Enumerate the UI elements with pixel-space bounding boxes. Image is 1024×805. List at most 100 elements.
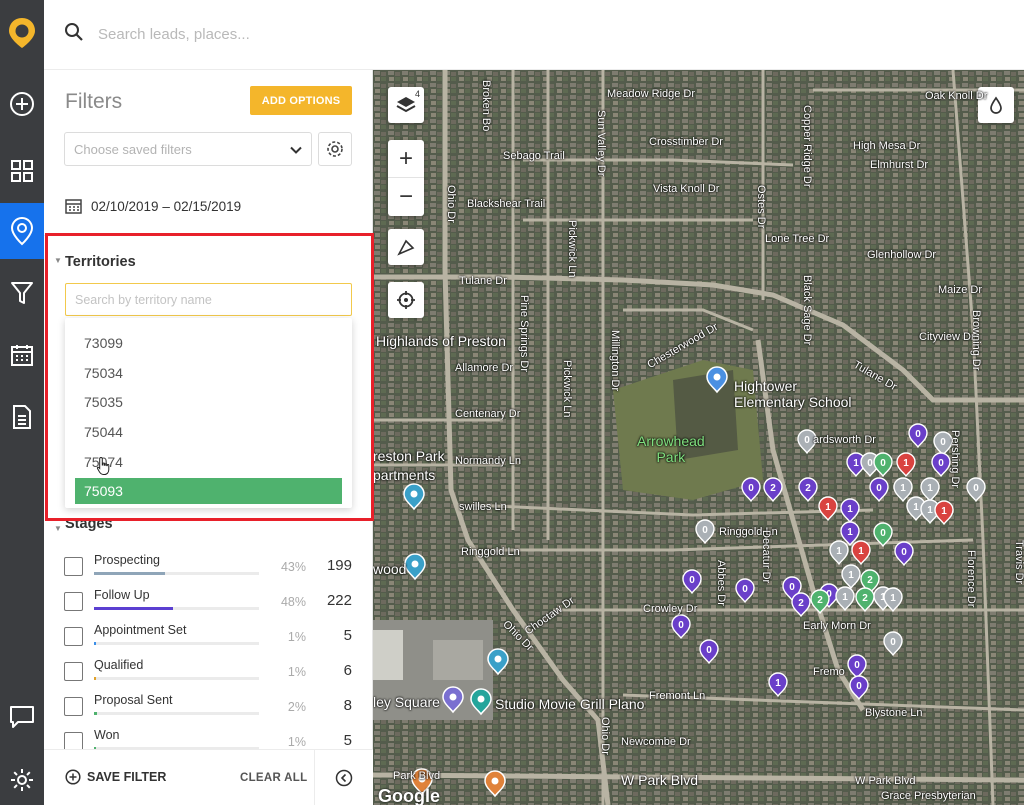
map-label-copper-ridge: Copper Ridge Dr: [801, 105, 813, 188]
map-label-early-morn: Early Morn Dr: [803, 620, 871, 632]
map-label-allamore: Allamore Dr: [455, 362, 514, 374]
stages-caret-icon[interactable]: ▼: [54, 524, 62, 533]
layers-button[interactable]: 4: [388, 87, 424, 123]
saved-filters-placeholder: Choose saved filters: [74, 141, 192, 157]
stage-progress-track: [94, 572, 259, 575]
layers-icon: [396, 97, 416, 113]
layers-count-badge: 4: [414, 89, 420, 99]
stage-row[interactable]: Qualified 1% 6: [64, 658, 354, 690]
stages-title: Stages: [65, 516, 113, 532]
territory-option[interactable]: 75044: [75, 417, 342, 447]
territory-option[interactable]: 75035: [75, 387, 342, 417]
droplet-icon: [990, 96, 1002, 114]
map-label-arrowhead-park: Arrowhead Park: [637, 433, 705, 465]
zoom-in-button[interactable]: +: [388, 140, 424, 178]
territory-option[interactable]: 75093: [75, 478, 342, 505]
rail-calendar-button[interactable]: [0, 327, 44, 383]
pin-count: 2: [862, 593, 868, 604]
saved-filters-select[interactable]: Choose saved filters: [64, 132, 312, 166]
territory-option[interactable]: 73099: [75, 328, 342, 358]
pin-count: 0: [880, 528, 886, 539]
pin-count: 1: [890, 593, 896, 604]
zoom-out-button[interactable]: −: [388, 178, 424, 216]
saved-filters-settings-button[interactable]: [318, 132, 352, 166]
map-label-oak-knoll: Oak Knoll Dr: [925, 90, 988, 102]
map-label-preston-park: reston Park partments: [373, 448, 445, 483]
stage-percent: 1%: [287, 665, 306, 679]
map-label-black-sage: Black Sage Dr: [801, 275, 813, 346]
search-icon: [65, 23, 83, 41]
search-input[interactable]: [98, 20, 698, 48]
stage-name: Won: [94, 728, 120, 742]
map-label-wood: wood: [373, 561, 407, 577]
map-pin-icon: [10, 216, 34, 246]
map-label-broken-bow: Broken Bo: [480, 80, 492, 132]
pin-count: 0: [689, 575, 695, 586]
map-label-studio-movie-grill: Studio Movie Grill Plano: [495, 696, 645, 712]
map-view[interactable]: 0001001002201101111101011012000011222100…: [373, 70, 1024, 805]
territory-search-input[interactable]: [65, 283, 352, 316]
map-label-w-park-2: W Park Blvd: [855, 775, 916, 787]
stage-checkbox[interactable]: [64, 662, 83, 681]
stage-name: Prospecting: [94, 553, 161, 567]
save-filter-label: SAVE FILTER: [87, 770, 167, 784]
pin-count: 0: [678, 620, 684, 631]
pin-count: 1: [927, 505, 933, 516]
stage-name: Qualified: [94, 658, 144, 672]
collapse-panel-button[interactable]: [314, 750, 373, 805]
pin-count: 2: [798, 598, 804, 609]
locate-me-button[interactable]: [388, 282, 424, 318]
funnel-icon: [11, 282, 33, 304]
pin-count: 2: [770, 483, 776, 494]
app-logo[interactable]: [0, 0, 44, 66]
territory-option[interactable]: 75034: [75, 358, 342, 388]
territory-option[interactable]: 75074: [75, 447, 342, 477]
pin-count: 0: [856, 681, 862, 692]
stage-checkbox[interactable]: [64, 697, 83, 716]
stage-count: 8: [343, 697, 352, 714]
stage-count: 5: [343, 732, 352, 749]
date-range-filter[interactable]: 02/10/2019 – 02/15/2019: [65, 198, 241, 214]
map-label-pickwick-2: Pickwick Ln: [566, 220, 578, 278]
rail-documents-button[interactable]: [0, 389, 44, 445]
territories-caret-icon[interactable]: ▼: [54, 256, 62, 265]
draw-tool-button[interactable]: [388, 229, 424, 265]
rail-add-button[interactable]: [0, 76, 44, 132]
stage-percent: 1%: [287, 630, 306, 644]
map-label-lone-tree: Lone Tree Dr: [765, 233, 830, 245]
stage-checkbox[interactable]: [64, 627, 83, 646]
stage-checkbox[interactable]: [64, 592, 83, 611]
map-attribution-logo: Google: [378, 786, 440, 805]
pin-count: 1: [847, 504, 853, 515]
pin-count: 0: [748, 483, 754, 494]
pin-count: 2: [867, 575, 873, 586]
stage-row[interactable]: Appointment Set 1% 5: [64, 623, 354, 655]
clear-all-button[interactable]: CLEAR ALL: [240, 772, 307, 784]
gear-icon: [327, 141, 343, 157]
pin-count: 0: [938, 458, 944, 469]
pin-count: 1: [842, 592, 848, 603]
pin-count: 1: [825, 502, 831, 513]
add-options-button[interactable]: ADD OPTIONS: [250, 86, 352, 115]
rail-dashboard-button[interactable]: [0, 143, 44, 199]
stage-row[interactable]: Follow Up 48% 222: [64, 588, 354, 620]
rail-chat-button[interactable]: [0, 689, 44, 745]
map-label-browning: Browning Dr: [970, 310, 982, 371]
pin-count: 0: [742, 584, 748, 595]
rail-filter-button[interactable]: [0, 265, 44, 321]
pin-count: 0: [876, 483, 882, 494]
stage-checkbox[interactable]: [64, 557, 83, 576]
rail-settings-button[interactable]: [0, 752, 44, 805]
zoom-control: + −: [388, 140, 424, 216]
map-label-park-blvd: Park Blvd: [393, 770, 441, 782]
map-label-hightower: Hightower Elementary School: [734, 378, 852, 410]
pin-count: 1: [848, 570, 854, 581]
map-label-newcombe: Newcombe Dr: [621, 736, 691, 748]
pin-count: 0: [706, 645, 712, 656]
rail-map-button[interactable]: [0, 203, 44, 259]
stage-row[interactable]: Prospecting 43% 199: [64, 553, 354, 585]
map-label-fremont: Fremont Ln: [649, 690, 706, 702]
save-filter-button[interactable]: SAVE FILTER: [65, 769, 166, 785]
gear-icon: [11, 769, 33, 791]
stage-row[interactable]: Proposal Sent 2% 8: [64, 693, 354, 725]
